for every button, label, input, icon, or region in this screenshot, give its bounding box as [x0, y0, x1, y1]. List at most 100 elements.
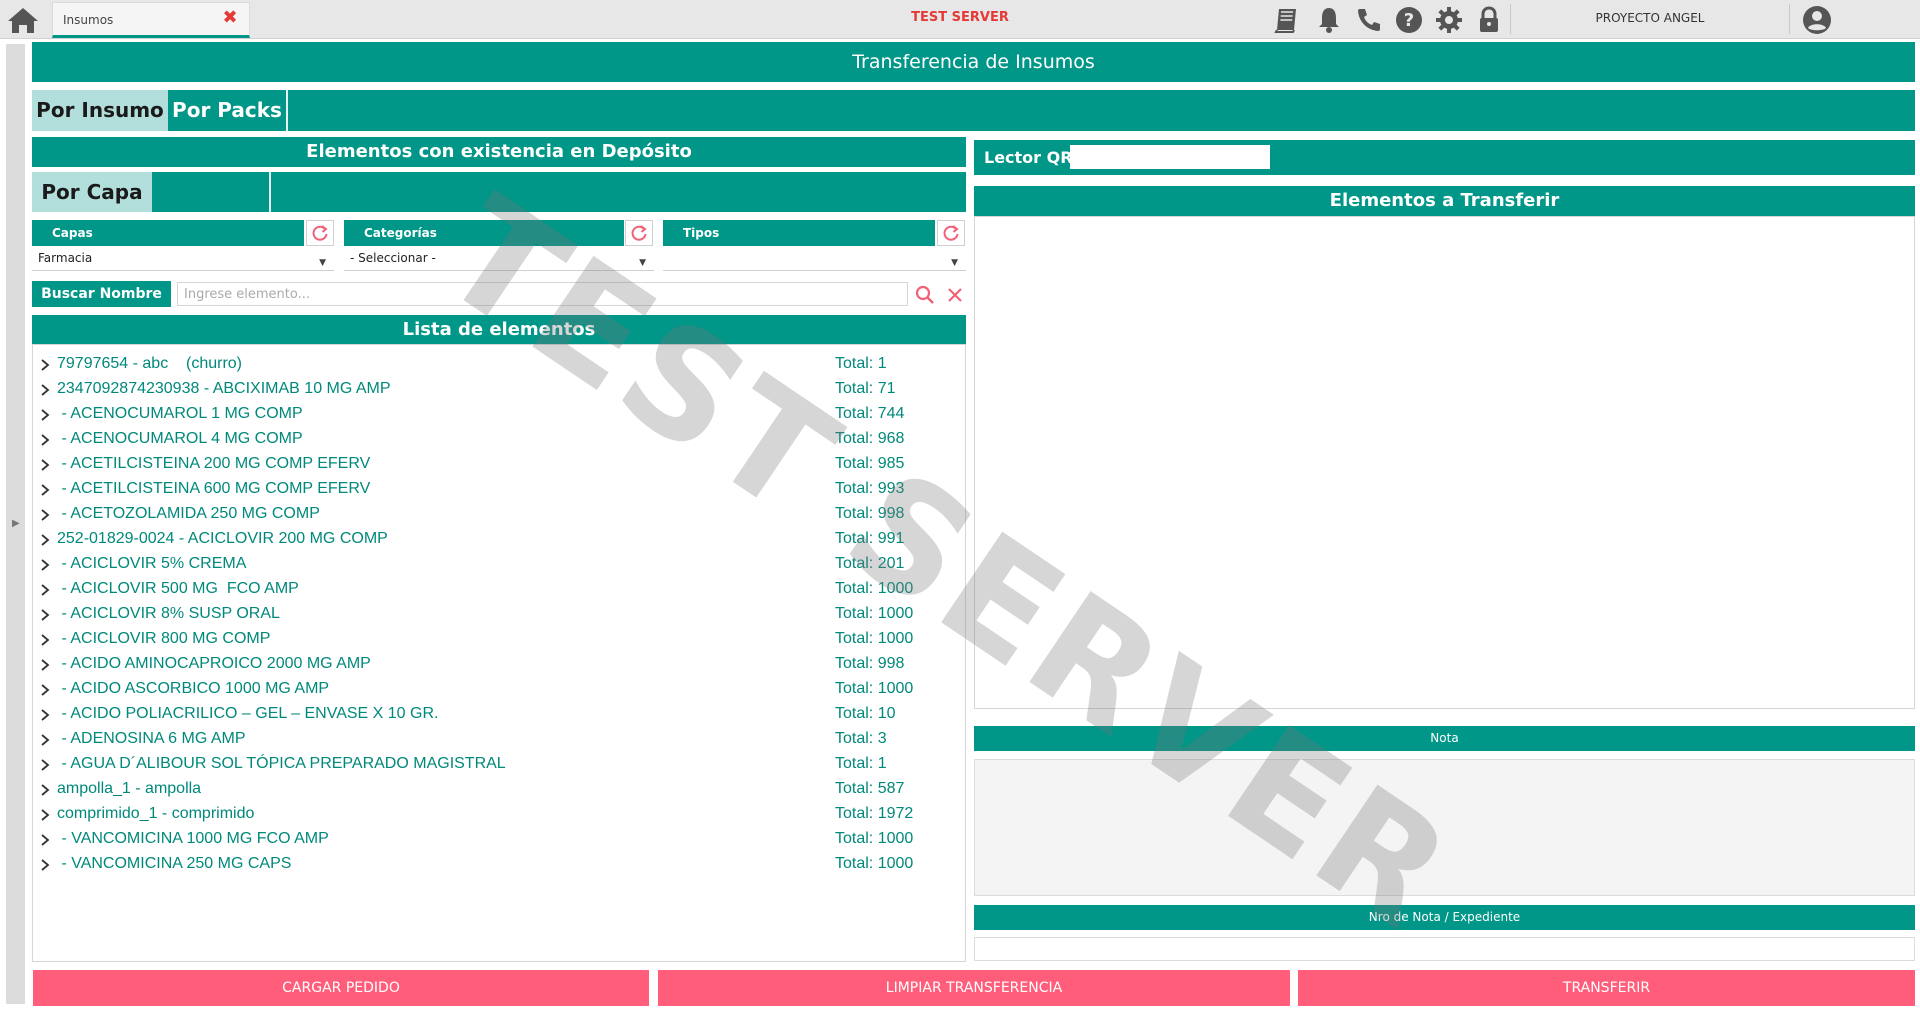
list-item-total: Total: 3 [835, 730, 887, 747]
chevron-right-icon[interactable] [39, 757, 51, 771]
clear-icon[interactable] [944, 284, 966, 306]
list-item[interactable]: - ACICLOVIR 800 MG COMP Total: 1000 [33, 628, 965, 653]
list-item-name: - ACICLOVIR 500 MG FCO AMP [57, 580, 299, 597]
chevron-right-icon[interactable] [39, 782, 51, 796]
transferir-button[interactable]: TRANSFERIR [1298, 970, 1915, 1006]
list-item-name: 79797654 - abc (churro) [57, 355, 242, 372]
list-item-total: Total: 991 [835, 530, 905, 547]
list-item[interactable]: - ACICLOVIR 500 MG FCO AMP Total: 1000 [33, 578, 965, 603]
list-item[interactable]: - ACETILCISTEINA 600 MG COMP EFERV Total:… [33, 478, 965, 503]
chevron-right-icon[interactable] [39, 857, 51, 871]
list-item-name: - VANCOMICINA 250 MG CAPS [57, 855, 292, 872]
list-item[interactable]: 79797654 - abc (churro) Total: 1 [33, 353, 965, 378]
list-item[interactable]: - ACIDO ASCORBICO 1000 MG AMP Total: 1000 [33, 678, 965, 703]
chevron-right-icon[interactable] [39, 607, 51, 621]
refresh-icon[interactable] [306, 220, 334, 246]
gear-icon[interactable] [1434, 5, 1464, 35]
list-item-name: - ACENOCUMAROL 1 MG COMP [57, 405, 303, 422]
chevron-right-icon[interactable] [39, 457, 51, 471]
refresh-icon[interactable] [937, 220, 965, 246]
chevron-right-icon[interactable] [39, 532, 51, 546]
home-icon[interactable] [6, 6, 40, 34]
chevron-right-icon[interactable] [39, 582, 51, 596]
list-item-name: 2347092874230938 - ABCIXIMAB 10 MG AMP [57, 380, 391, 397]
list-item[interactable]: ampolla_1 - ampolla Total: 587 [33, 778, 965, 803]
sidebar-toggle[interactable]: ▶ [6, 44, 25, 1004]
user-icon[interactable] [1802, 5, 1832, 35]
list-item[interactable]: - ACIDO AMINOCAPROICO 2000 MG AMP Total: … [33, 653, 965, 678]
list-item[interactable]: - VANCOMICINA 1000 MG FCO AMP Total: 1000 [33, 828, 965, 853]
list-item[interactable]: - ACENOCUMAROL 1 MG COMP Total: 744 [33, 403, 965, 428]
close-icon[interactable]: ✖ [220, 8, 240, 28]
list-item[interactable]: - ACIDO POLIACRILICO – GEL – ENVASE X 10… [33, 703, 965, 728]
list-item-total: Total: 998 [835, 655, 905, 672]
caret-down-icon: ▼ [639, 258, 646, 268]
list-item[interactable]: 252-01829-0024 - ACICLOVIR 200 MG COMP To… [33, 528, 965, 553]
tab-empty[interactable] [152, 172, 269, 212]
list-item-total: Total: 71 [835, 380, 896, 397]
book-icon[interactable] [1272, 5, 1302, 35]
chevron-right-icon[interactable] [39, 557, 51, 571]
tipos-select[interactable]: ▼ [663, 247, 966, 271]
bell-icon[interactable] [1314, 5, 1344, 35]
chevron-right-icon[interactable] [39, 507, 51, 521]
capas-select[interactable]: Farmacia ▼ [32, 247, 334, 271]
search-icon[interactable] [914, 284, 936, 306]
help-icon[interactable]: ? [1394, 5, 1424, 35]
transfer-header: Elementos a Transferir [974, 186, 1915, 216]
phone-icon[interactable] [1354, 5, 1384, 35]
expediente-input[interactable] [974, 937, 1915, 961]
list-item[interactable]: 2347092874230938 - ABCIXIMAB 10 MG AMP To… [33, 378, 965, 403]
list-item-total: Total: 1000 [835, 605, 914, 622]
limpiar-transferencia-button[interactable]: LIMPIAR TRANSFERENCIA [658, 970, 1290, 1006]
chevron-right-icon[interactable] [39, 632, 51, 646]
list-item-name: - ACETILCISTEINA 200 MG COMP EFERV [57, 455, 371, 472]
nota-textarea[interactable] [974, 759, 1915, 896]
list-item[interactable]: - ACENOCUMAROL 4 MG COMP Total: 968 [33, 428, 965, 453]
list-item-total: Total: 587 [835, 780, 905, 797]
user-name: PROYECTO ANGEL [1595, 11, 1705, 25]
list-item[interactable]: - ACETILCISTEINA 200 MG COMP EFERV Total:… [33, 453, 965, 478]
caret-down-icon: ▼ [319, 258, 326, 268]
list-item-name: - ACICLOVIR 800 MG COMP [57, 630, 271, 647]
chevron-right-icon[interactable] [39, 482, 51, 496]
qr-input[interactable] [1070, 145, 1270, 169]
chevron-right-icon[interactable] [39, 832, 51, 846]
list-item[interactable]: comprimido_1 - comprimido Total: 1972 [33, 803, 965, 828]
categorias-value: - Seleccionar - [350, 251, 436, 265]
list-header: Lista de elementos [32, 315, 966, 344]
list-item[interactable]: - AGUA D´ALIBOUR SOL TÓPICA PREPARADO MA… [33, 753, 965, 778]
refresh-icon[interactable] [625, 220, 653, 246]
chevron-right-icon[interactable] [39, 657, 51, 671]
chevron-right-icon[interactable] [39, 357, 51, 371]
list-item-name: - ACETILCISTEINA 600 MG COMP EFERV [57, 480, 371, 497]
tab-por-insumo[interactable]: Por Insumo [32, 90, 168, 131]
list-item[interactable]: - ACICLOVIR 8% SUSP ORAL Total: 1000 [33, 603, 965, 628]
list-item[interactable]: - ADENOSINA 6 MG AMP Total: 3 [33, 728, 965, 753]
chevron-right-icon[interactable] [39, 682, 51, 696]
list-item[interactable]: - ACICLOVIR 5% CREMA Total: 201 [33, 553, 965, 578]
chevron-right-icon[interactable] [39, 807, 51, 821]
categorias-label: Categorías [344, 220, 624, 246]
chevron-right-icon[interactable] [39, 707, 51, 721]
chevron-right-icon[interactable] [39, 732, 51, 746]
nota-label: Nota [974, 726, 1915, 751]
divider [269, 172, 271, 212]
list-item-total: Total: 744 [835, 405, 905, 422]
tab-insumos[interactable]: Insumos ✖ [52, 2, 250, 38]
search-input[interactable] [177, 282, 908, 306]
chevron-right-icon[interactable] [39, 382, 51, 396]
chevron-right-icon[interactable] [39, 432, 51, 446]
list-item-name: - ACIDO AMINOCAPROICO 2000 MG AMP [57, 655, 371, 672]
list-item[interactable]: - VANCOMICINA 250 MG CAPS Total: 1000 [33, 853, 965, 878]
categorias-select[interactable]: - Seleccionar - ▼ [344, 247, 654, 271]
cargar-pedido-button[interactable]: CARGAR PEDIDO [33, 970, 649, 1006]
tab-por-packs[interactable]: Por Packs [168, 90, 288, 131]
tab-por-capa[interactable]: Por Capa [32, 172, 152, 212]
list-item[interactable]: - ACETOZOLAMIDA 250 MG COMP Total: 998 [33, 503, 965, 528]
chevron-right-icon[interactable] [39, 407, 51, 421]
list-item-name: - ACICLOVIR 8% SUSP ORAL [57, 605, 280, 622]
list-item-total: Total: 10 [835, 705, 896, 722]
lock-icon[interactable] [1474, 5, 1504, 35]
element-list: 79797654 - abc (churro) Total: 1 234709287… [32, 344, 966, 962]
